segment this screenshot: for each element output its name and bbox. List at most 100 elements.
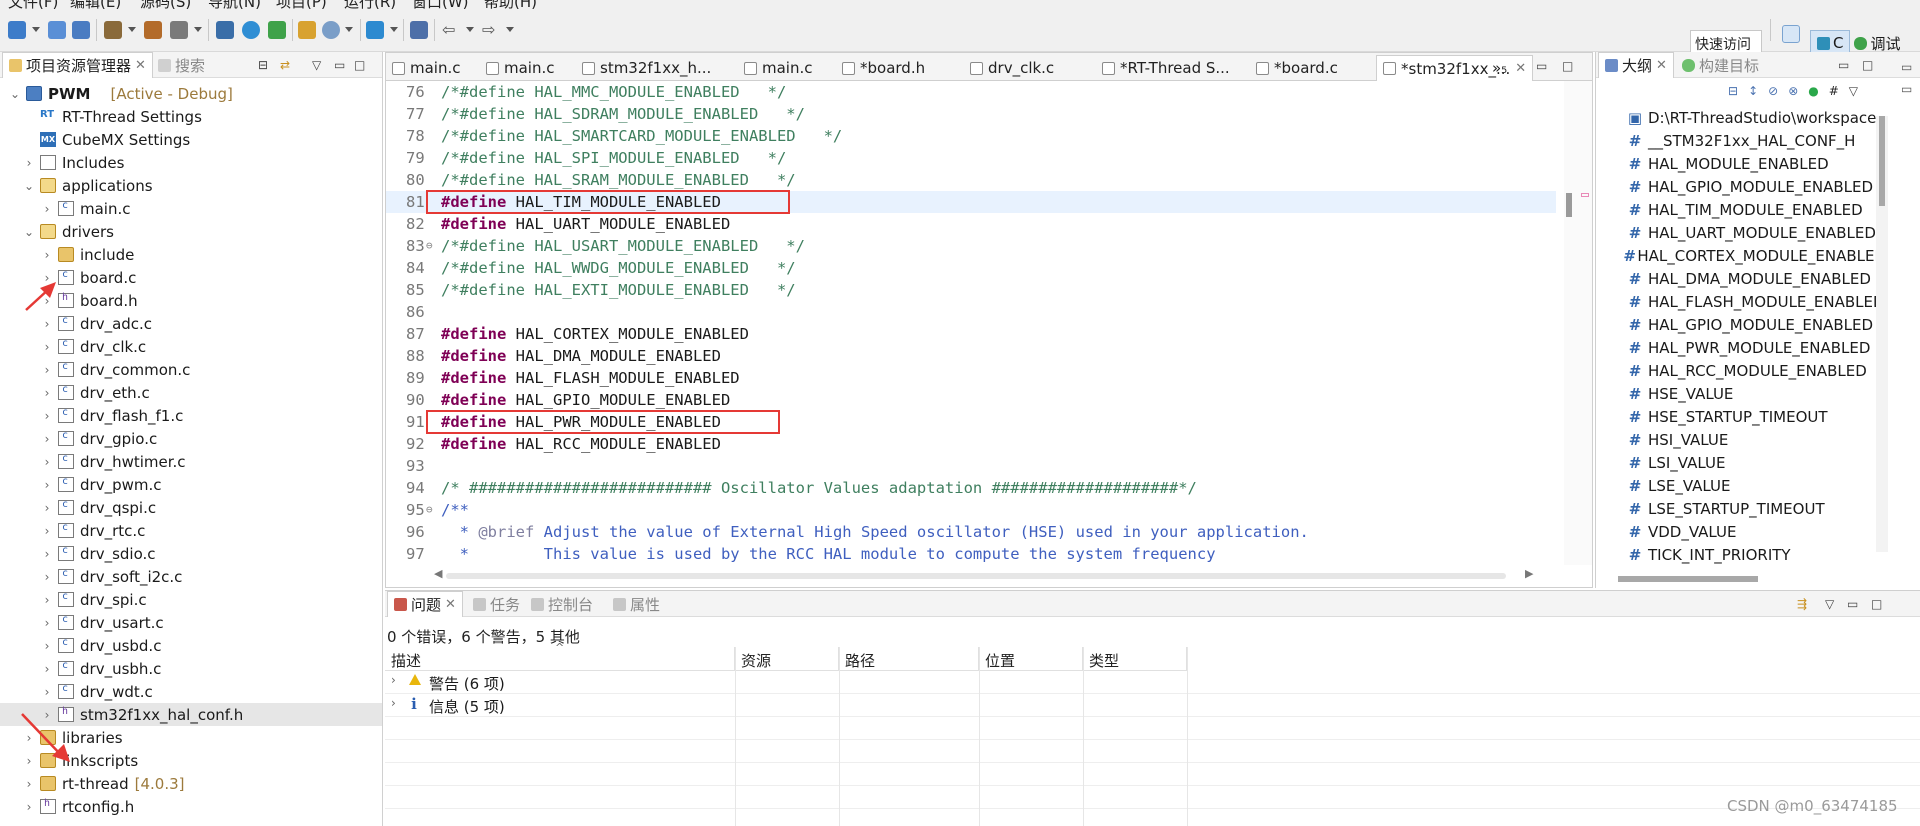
tree-item-rt-thread[interactable]: › rt-thread [4.0.3] <box>0 772 382 795</box>
download-icon[interactable] <box>366 21 384 39</box>
menu-run[interactable]: 运行(R) <box>344 0 396 10</box>
outline-item[interactable]: # LSE_STARTUP_TIMEOUT <box>1596 497 1886 520</box>
code-line[interactable]: 87 #define HAL_CORTEX_MODULE_ENABLED <box>386 323 1556 345</box>
chevron-right-icon[interactable]: › <box>391 696 396 710</box>
code-line[interactable]: 94 /* ########################## Oscillat… <box>386 477 1556 499</box>
download-dropdown-icon[interactable] <box>390 27 398 32</box>
chevron-right-icon[interactable]: › <box>40 340 54 354</box>
code-line[interactable]: 96 * @brief Adjust the value of External… <box>386 521 1556 543</box>
expand-chevron-icon[interactable]: ⌄ <box>22 179 36 193</box>
code-line[interactable]: 88 #define HAL_DMA_MODULE_ENABLED <box>386 345 1556 367</box>
outline-item[interactable]: # HAL_UART_MODULE_ENABLED <box>1596 221 1886 244</box>
editor-tab[interactable]: stm32f1xx_h... <box>582 55 711 81</box>
tree-item-main-c[interactable]: › main.c <box>0 197 382 220</box>
code-line[interactable]: 84 /*#define HAL_WWDG_MODULE_ENABLED */ <box>386 257 1556 279</box>
code-line[interactable]: 77 /*#define HAL_SDRAM_MODULE_ENABLED */ <box>386 103 1556 125</box>
build-dropdown-icon[interactable] <box>128 27 136 32</box>
tree-item-driver[interactable]: › drv_sdio.c <box>0 542 382 565</box>
code-line[interactable]: 92 #define HAL_RCC_MODULE_ENABLED <box>386 433 1556 455</box>
menu-file[interactable]: 文件(F) <box>8 0 58 10</box>
close-icon[interactable]: ✕ <box>1515 61 1526 76</box>
hide-defines-icon[interactable]: # <box>1829 84 1839 98</box>
rebuild-icon[interactable] <box>144 21 162 39</box>
chevron-right-icon[interactable]: › <box>40 386 54 400</box>
save-all-icon[interactable] <box>72 21 90 39</box>
tree-item-cubemx-settings[interactable]: MX CubeMX Settings <box>0 128 382 151</box>
menu-help[interactable]: 帮助(H) <box>484 0 537 10</box>
tab-search[interactable]: 搜索 <box>152 52 211 78</box>
hide-nonpublic-icon[interactable]: ● <box>1808 84 1818 98</box>
editor-hscroll-thumb[interactable] <box>446 573 1506 579</box>
back-dropdown-icon[interactable] <box>466 27 474 32</box>
editor-vertical-scrollbar[interactable] <box>1564 81 1592 565</box>
tab-build-targets[interactable]: 构建目标 <box>1676 52 1765 78</box>
column-description[interactable]: 描述 ^ <box>385 641 735 671</box>
collapse-all-icon[interactable]: ⊟ <box>1728 84 1738 98</box>
problem-group-warnings[interactable]: › 警告 (6 项) <box>385 671 1920 694</box>
chevron-right-icon[interactable]: › <box>391 673 396 687</box>
chevron-right-icon[interactable]: › <box>40 524 54 538</box>
view-menu-icon[interactable]: ▽ <box>312 58 321 72</box>
menu-source[interactable]: 源码(S) <box>140 0 191 10</box>
collapse-all-icon[interactable]: ⊟ <box>258 58 268 72</box>
sort-icon[interactable]: ↕ <box>1748 84 1758 98</box>
close-icon[interactable]: ✕ <box>135 58 146 73</box>
outline-item[interactable]: # HAL_RCC_MODULE_ENABLED <box>1596 359 1886 382</box>
editor-tab[interactable]: main.c <box>486 55 555 81</box>
scroll-left-icon[interactable]: ◀ <box>434 567 442 580</box>
menu-navigate[interactable]: 导航(N) <box>208 0 261 10</box>
chevron-right-icon[interactable]: › <box>22 800 36 814</box>
fold-toggle-icon[interactable]: ⊖ <box>426 499 433 521</box>
maximize-icon[interactable]: □ <box>354 58 365 72</box>
forward-arrow-icon[interactable]: ⇨ <box>482 21 500 39</box>
editor-horizontal-scrollbar[interactable]: ◀ ▶ <box>434 565 1542 587</box>
tree-item-driver[interactable]: › drv_soft_i2c.c <box>0 565 382 588</box>
code-line[interactable]: 90 #define HAL_GPIO_MODULE_ENABLED <box>386 389 1556 411</box>
outline-item[interactable]: # HAL_TIM_MODULE_ENABLED <box>1596 198 1886 221</box>
editor-tab[interactable]: *RT-Thread S... <box>1102 55 1230 81</box>
code-line[interactable]: 93 <box>386 455 1556 477</box>
code-line[interactable]: 76 /*#define HAL_MMC_MODULE_ENABLED */ <box>386 81 1556 103</box>
build-icon[interactable] <box>104 21 122 39</box>
chevron-right-icon[interactable]: › <box>40 432 54 446</box>
tree-item-rtconfig-h[interactable]: › rtconfig.h <box>0 795 382 818</box>
maximize-icon[interactable]: □ <box>1562 59 1573 73</box>
tab-console[interactable]: 控制台 <box>525 591 599 617</box>
outline-item[interactable]: # HSI_VALUE <box>1596 428 1886 451</box>
open-type-icon[interactable] <box>298 21 316 39</box>
editor-scroll-thumb[interactable] <box>1566 193 1572 217</box>
outline-item[interactable]: # LSE_VALUE <box>1596 474 1886 497</box>
outline-item[interactable]: # HAL_GPIO_MODULE_ENABLED <box>1596 313 1886 336</box>
tree-item-driver[interactable]: › drv_usart.c <box>0 611 382 634</box>
column-path[interactable]: 路径 <box>839 647 979 671</box>
expand-chevron-icon[interactable]: ⌄ <box>8 87 22 101</box>
menu-edit[interactable]: 编辑(E) <box>70 0 121 10</box>
code-line[interactable]: 82 #define HAL_UART_MODULE_ENABLED <box>386 213 1556 235</box>
tree-item-driver[interactable]: › drv_qspi.c <box>0 496 382 519</box>
outline-item[interactable]: # VDD_VALUE <box>1596 520 1886 543</box>
close-icon[interactable]: ✕ <box>1656 58 1667 73</box>
outline-item[interactable]: ▣ D:\RT-ThreadStudio\workspace <box>1596 106 1886 129</box>
save-icon[interactable] <box>48 21 66 39</box>
chevron-right-icon[interactable]: › <box>40 478 54 492</box>
chevron-right-icon[interactable]: › <box>40 363 54 377</box>
tab-overflow-button[interactable]: »₅ <box>1492 55 1507 81</box>
open-perspective-icon[interactable] <box>1782 25 1800 43</box>
tree-item-driver[interactable]: › drv_clk.c <box>0 335 382 358</box>
code-line[interactable]: 80 /*#define HAL_SRAM_MODULE_ENABLED */ <box>386 169 1556 191</box>
minimize-icon[interactable]: ▭ <box>1847 597 1858 611</box>
outline-item[interactable]: # HAL_GPIO_MODULE_ENABLED <box>1596 175 1886 198</box>
outline-item[interactable]: # HAL_CORTEX_MODULE_ENABLED <box>1596 244 1886 267</box>
search-icon[interactable] <box>322 21 340 39</box>
column-location[interactable]: 位置 <box>979 647 1083 671</box>
tree-item-driver[interactable]: › drv_rtc.c <box>0 519 382 542</box>
tab-problems[interactable]: 问题 ✕ <box>387 591 463 617</box>
chevron-right-icon[interactable]: › <box>40 639 54 653</box>
problem-group-info[interactable]: › i 信息 (5 项) <box>385 694 1920 717</box>
outline-item[interactable]: # HAL_DMA_MODULE_ENABLED <box>1596 267 1886 290</box>
tree-project-pwm[interactable]: ⌄ PWM [Active - Debug] <box>0 82 382 105</box>
scroll-right-icon[interactable]: ▶ <box>1525 567 1533 580</box>
outline-scroll-thumb[interactable] <box>1879 116 1885 206</box>
code-line[interactable]: 89 #define HAL_FLASH_MODULE_ENABLED <box>386 367 1556 389</box>
filter-icon[interactable]: ⇶ <box>1797 597 1807 611</box>
